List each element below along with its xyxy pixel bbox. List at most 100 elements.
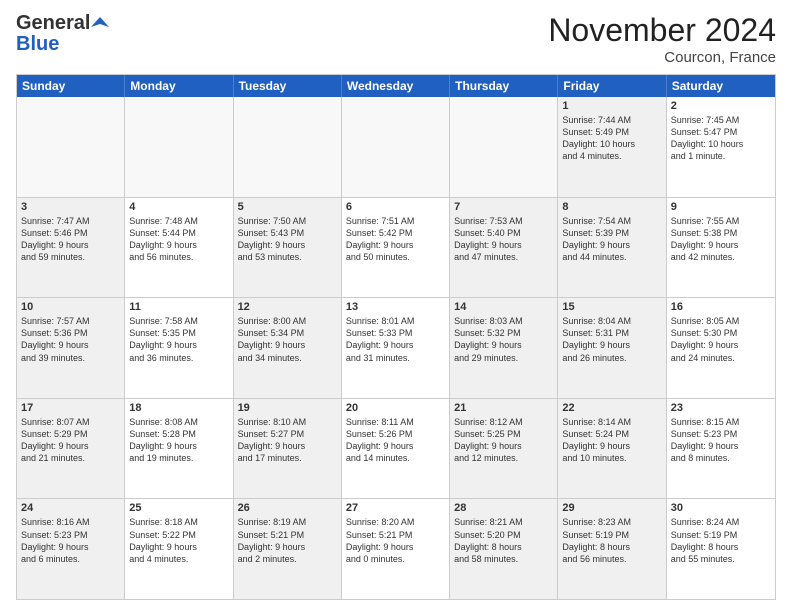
calendar-cell: 24 Sunrise: 8:16 AM Sunset: 5:23 PM Dayli…: [17, 499, 125, 599]
day-info: Sunrise: 8:19 AM Sunset: 5:21 PM Dayligh…: [238, 516, 337, 565]
day-info: Sunrise: 8:05 AM Sunset: 5:30 PM Dayligh…: [671, 315, 771, 364]
day-info: Sunrise: 7:58 AM Sunset: 5:35 PM Dayligh…: [129, 315, 228, 364]
calendar-cell: [342, 97, 450, 197]
calendar-cell: [234, 97, 342, 197]
day-number: 14: [454, 301, 553, 313]
calendar-header: SundayMondayTuesdayWednesdayThursdayFrid…: [17, 75, 775, 97]
day-number: 29: [562, 502, 661, 514]
day-info: Sunrise: 7:47 AM Sunset: 5:46 PM Dayligh…: [21, 215, 120, 264]
calendar-cell: 25Sunrise: 8:18 AM Sunset: 5:22 PM Dayli…: [125, 499, 233, 599]
calendar-cell: [125, 97, 233, 197]
calendar-row: 24 Sunrise: 8:16 AM Sunset: 5:23 PM Dayli…: [17, 498, 775, 599]
calendar-cell: 8 Sunrise: 7:54 AM Sunset: 5:39 PM Daylig…: [558, 198, 666, 298]
day-number: 23: [671, 402, 771, 414]
logo-general: General: [16, 12, 90, 35]
calendar-cell: 23Sunrise: 8:15 AM Sunset: 5:23 PM Dayli…: [667, 399, 775, 499]
day-info: Sunrise: 7:45 AM Sunset: 5:47 PM Dayligh…: [671, 114, 771, 163]
day-number: 17: [21, 402, 120, 414]
day-number: 7: [454, 201, 553, 213]
day-info: Sunrise: 8:01 AM Sunset: 5:33 PM Dayligh…: [346, 315, 445, 364]
day-info: Sunrise: 8:04 AM Sunset: 5:31 PM Dayligh…: [562, 315, 661, 364]
weekday-header: Thursday: [450, 75, 558, 97]
day-info: Sunrise: 8:03 AM Sunset: 5:32 PM Dayligh…: [454, 315, 553, 364]
calendar-cell: 18Sunrise: 8:08 AM Sunset: 5:28 PM Dayli…: [125, 399, 233, 499]
day-number: 16: [671, 301, 771, 313]
calendar-cell: 16 Sunrise: 8:05 AM Sunset: 5:30 PM Dayli…: [667, 298, 775, 398]
location-title: Courcon, France: [548, 49, 776, 66]
calendar-row: 17Sunrise: 8:07 AM Sunset: 5:29 PM Dayli…: [17, 398, 775, 499]
day-number: 4: [129, 201, 228, 213]
day-number: 27: [346, 502, 445, 514]
weekday-header: Monday: [125, 75, 233, 97]
day-number: 19: [238, 402, 337, 414]
day-info: Sunrise: 7:54 AM Sunset: 5:39 PM Dayligh…: [562, 215, 661, 264]
day-info: Sunrise: 7:48 AM Sunset: 5:44 PM Dayligh…: [129, 215, 228, 264]
calendar-cell: 5 Sunrise: 7:50 AM Sunset: 5:43 PM Daylig…: [234, 198, 342, 298]
calendar-cell: 28Sunrise: 8:21 AM Sunset: 5:20 PM Dayli…: [450, 499, 558, 599]
calendar-cell: 21 Sunrise: 8:12 AM Sunset: 5:25 PM Dayli…: [450, 399, 558, 499]
calendar-cell: 4 Sunrise: 7:48 AM Sunset: 5:44 PM Daylig…: [125, 198, 233, 298]
day-info: Sunrise: 7:55 AM Sunset: 5:38 PM Dayligh…: [671, 215, 771, 264]
calendar-cell: 27Sunrise: 8:20 AM Sunset: 5:21 PM Dayli…: [342, 499, 450, 599]
calendar-cell: 1 Sunrise: 7:44 AM Sunset: 5:49 PM Daylig…: [558, 97, 666, 197]
weekday-header: Wednesday: [342, 75, 450, 97]
day-info: Sunrise: 7:44 AM Sunset: 5:49 PM Dayligh…: [562, 114, 661, 163]
day-info: Sunrise: 7:50 AM Sunset: 5:43 PM Dayligh…: [238, 215, 337, 264]
calendar-cell: 3 Sunrise: 7:47 AM Sunset: 5:46 PM Daylig…: [17, 198, 125, 298]
day-number: 24: [21, 502, 120, 514]
day-number: 20: [346, 402, 445, 414]
day-number: 5: [238, 201, 337, 213]
calendar-cell: 13 Sunrise: 8:01 AM Sunset: 5:33 PM Dayli…: [342, 298, 450, 398]
calendar-cell: 17Sunrise: 8:07 AM Sunset: 5:29 PM Dayli…: [17, 399, 125, 499]
day-number: 6: [346, 201, 445, 213]
month-title: November 2024: [548, 12, 776, 49]
calendar-cell: 29 Sunrise: 8:23 AM Sunset: 5:19 PM Dayli…: [558, 499, 666, 599]
calendar-cell: 2 Sunrise: 7:45 AM Sunset: 5:47 PM Daylig…: [667, 97, 775, 197]
day-number: 28: [454, 502, 553, 514]
calendar-cell: 12 Sunrise: 8:00 AM Sunset: 5:34 PM Dayli…: [234, 298, 342, 398]
weekday-header: Friday: [558, 75, 666, 97]
day-number: 8: [562, 201, 661, 213]
day-info: Sunrise: 8:16 AM Sunset: 5:23 PM Dayligh…: [21, 516, 120, 565]
header: General Blue November 2024 Courcon, Fran…: [16, 12, 776, 66]
day-info: Sunrise: 8:00 AM Sunset: 5:34 PM Dayligh…: [238, 315, 337, 364]
calendar-cell: 26 Sunrise: 8:19 AM Sunset: 5:21 PM Dayli…: [234, 499, 342, 599]
page: General Blue November 2024 Courcon, Fran…: [0, 0, 792, 612]
day-number: 12: [238, 301, 337, 313]
day-info: Sunrise: 8:14 AM Sunset: 5:24 PM Dayligh…: [562, 416, 661, 465]
day-number: 3: [21, 201, 120, 213]
calendar-cell: 11Sunrise: 7:58 AM Sunset: 5:35 PM Dayli…: [125, 298, 233, 398]
calendar-cell: 6 Sunrise: 7:51 AM Sunset: 5:42 PM Daylig…: [342, 198, 450, 298]
weekday-header: Saturday: [667, 75, 775, 97]
day-number: 1: [562, 100, 661, 112]
calendar-cell: 10Sunrise: 7:57 AM Sunset: 5:36 PM Dayli…: [17, 298, 125, 398]
calendar-cell: 20Sunrise: 8:11 AM Sunset: 5:26 PM Dayli…: [342, 399, 450, 499]
day-info: Sunrise: 8:12 AM Sunset: 5:25 PM Dayligh…: [454, 416, 553, 465]
calendar-row: 3 Sunrise: 7:47 AM Sunset: 5:46 PM Daylig…: [17, 197, 775, 298]
calendar-cell: 14 Sunrise: 8:03 AM Sunset: 5:32 PM Dayli…: [450, 298, 558, 398]
day-info: Sunrise: 7:53 AM Sunset: 5:40 PM Dayligh…: [454, 215, 553, 264]
calendar-cell: [450, 97, 558, 197]
day-info: Sunrise: 7:57 AM Sunset: 5:36 PM Dayligh…: [21, 315, 120, 364]
day-number: 18: [129, 402, 228, 414]
calendar-cell: 22Sunrise: 8:14 AM Sunset: 5:24 PM Dayli…: [558, 399, 666, 499]
day-number: 15: [562, 301, 661, 313]
calendar-cell: 30Sunrise: 8:24 AM Sunset: 5:19 PM Dayli…: [667, 499, 775, 599]
weekday-header: Tuesday: [234, 75, 342, 97]
logo: General Blue: [16, 12, 109, 56]
day-number: 9: [671, 201, 771, 213]
day-info: Sunrise: 8:23 AM Sunset: 5:19 PM Dayligh…: [562, 516, 661, 565]
day-number: 13: [346, 301, 445, 313]
day-number: 2: [671, 100, 771, 112]
day-number: 21: [454, 402, 553, 414]
day-number: 25: [129, 502, 228, 514]
calendar-row: 1 Sunrise: 7:44 AM Sunset: 5:49 PM Daylig…: [17, 97, 775, 197]
calendar-cell: 9 Sunrise: 7:55 AM Sunset: 5:38 PM Daylig…: [667, 198, 775, 298]
day-info: Sunrise: 8:10 AM Sunset: 5:27 PM Dayligh…: [238, 416, 337, 465]
day-number: 26: [238, 502, 337, 514]
calendar-cell: 7 Sunrise: 7:53 AM Sunset: 5:40 PM Daylig…: [450, 198, 558, 298]
calendar: SundayMondayTuesdayWednesdayThursdayFrid…: [16, 74, 776, 600]
title-block: November 2024 Courcon, France: [548, 12, 776, 66]
calendar-cell: [17, 97, 125, 197]
day-info: Sunrise: 7:51 AM Sunset: 5:42 PM Dayligh…: [346, 215, 445, 264]
